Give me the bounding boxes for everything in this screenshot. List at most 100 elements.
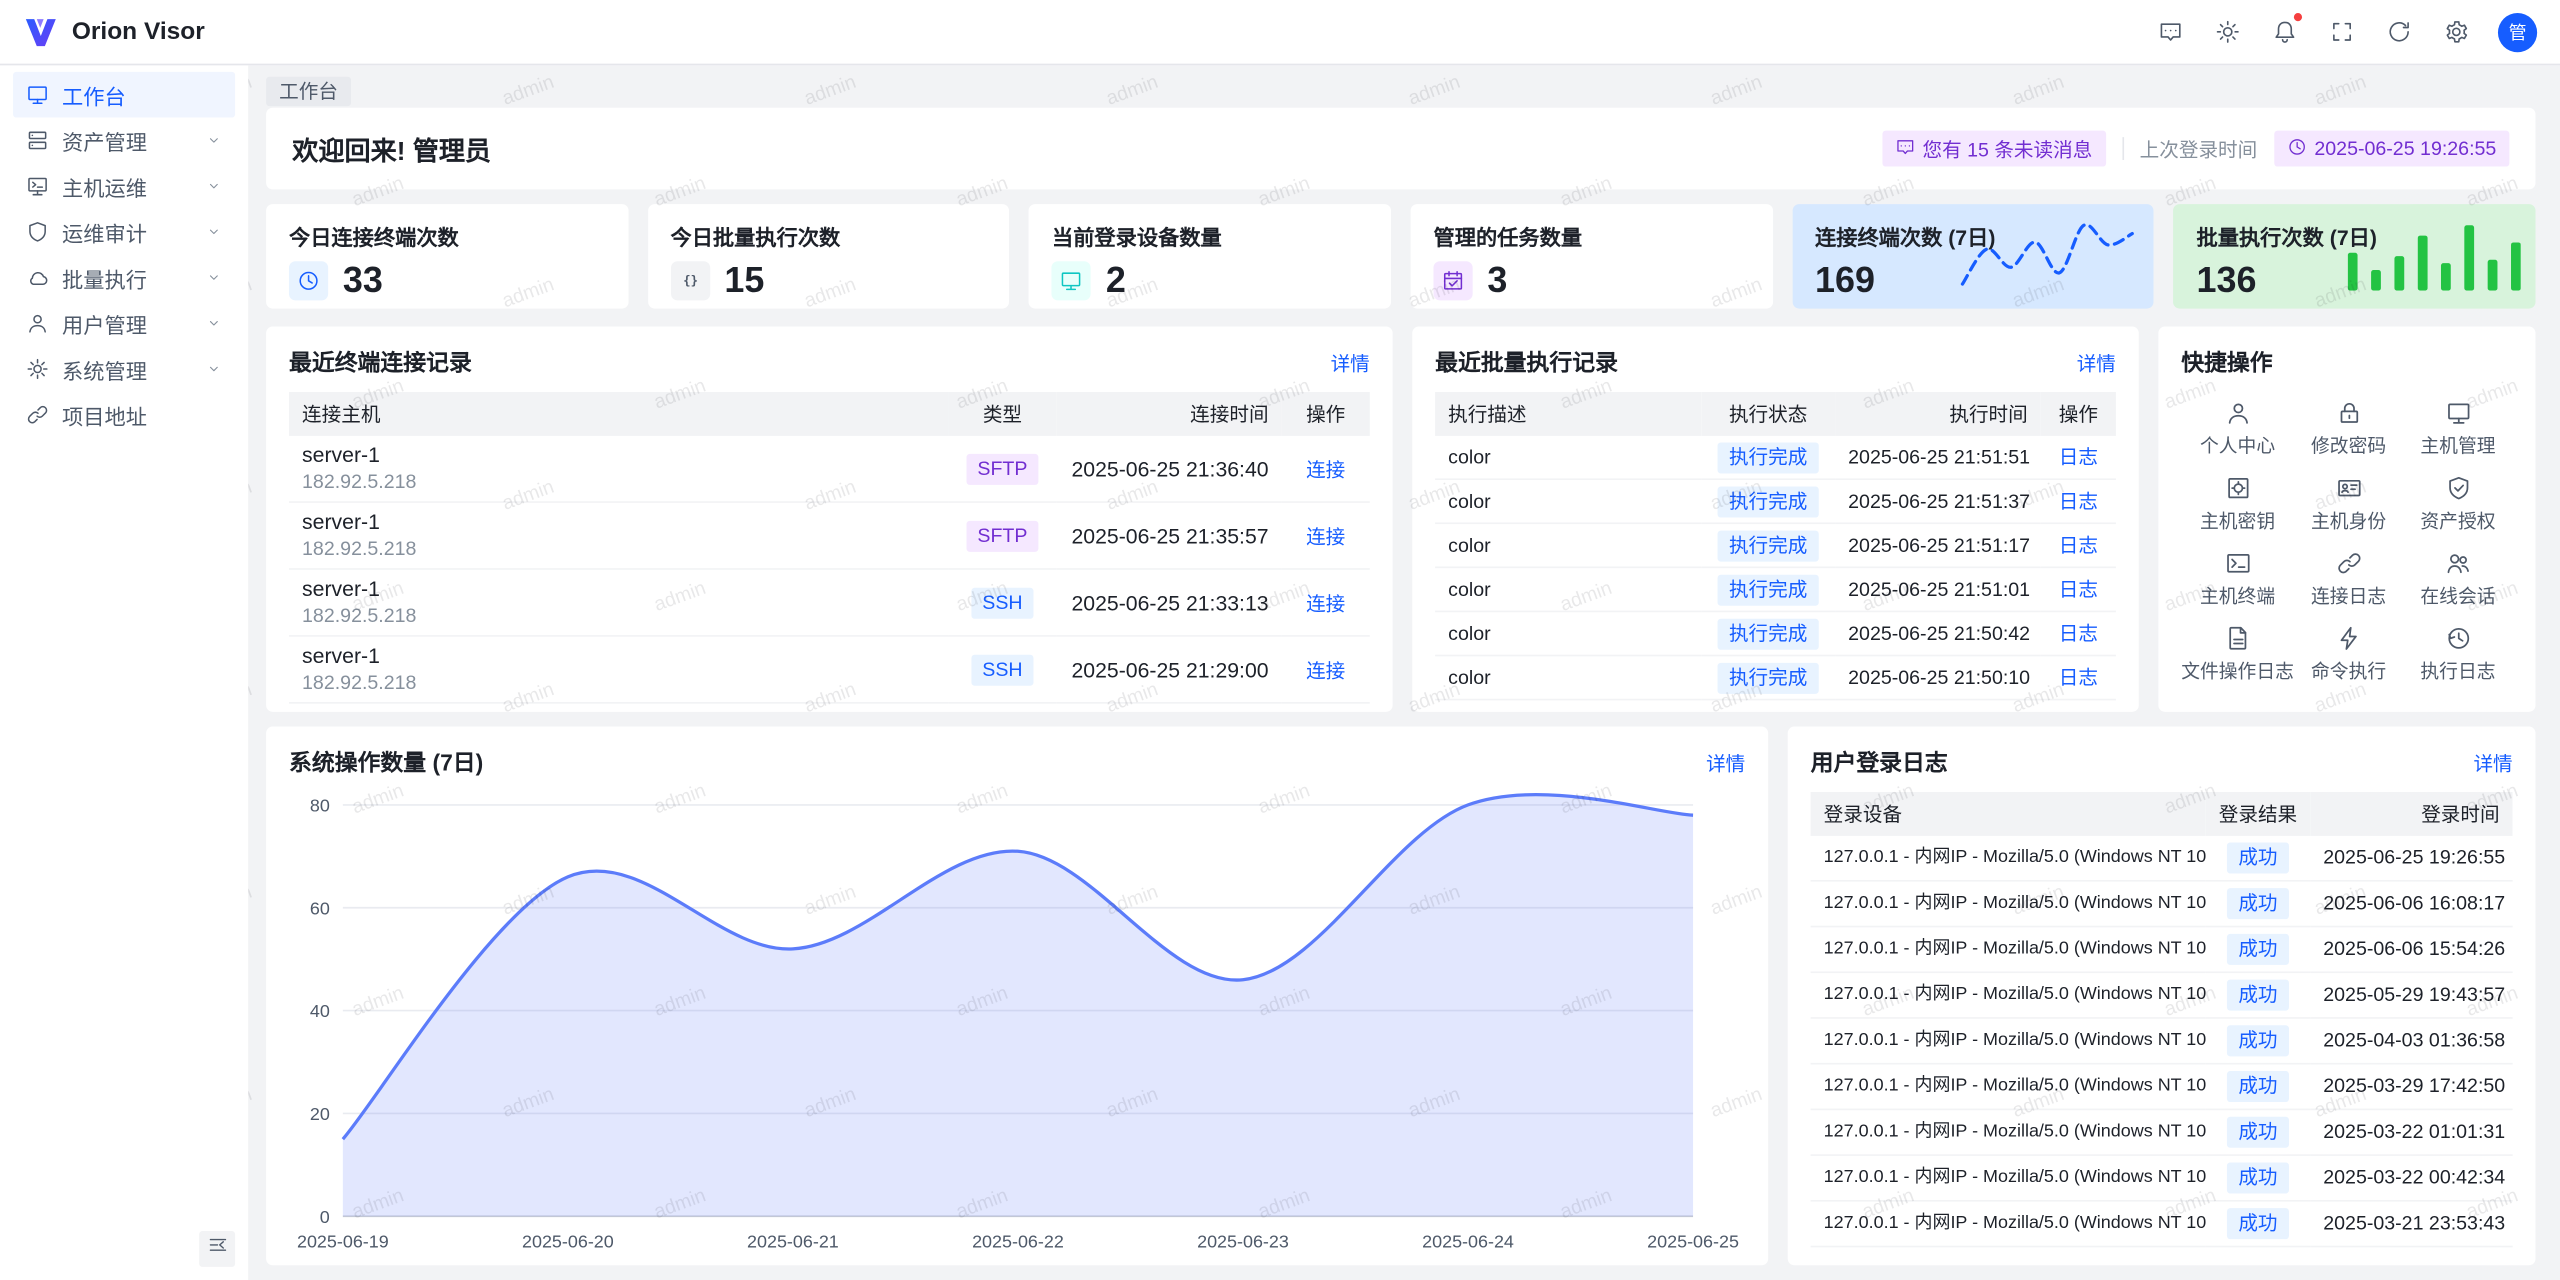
protocol-tag: SSH [971,654,1034,685]
quick-action-6[interactable]: 主机终端 [2181,542,2294,617]
x-tick-label: 2025-06-20 [522,1231,614,1251]
login-device: 127.0.0.1 - 内网IP - Mozilla/5.0 (Windows … [1811,1064,2206,1110]
sidebar: 工作台资产管理主机运维运维审计批量执行用户管理系统管理项目地址 [0,65,248,1280]
chart-detail-link[interactable]: 详情 [1706,749,1745,777]
user-avatar[interactable]: 管 [2498,12,2537,51]
connect-link[interactable]: 连接 [1306,659,1345,682]
quick-action-5[interactable]: 资产授权 [2403,467,2512,542]
clock-icon [289,261,328,300]
host-ops-icon [26,175,49,198]
quick-action-label: 个人中心 [2200,433,2275,459]
col-exec-desc: 执行描述 [1435,392,1701,436]
message-button[interactable] [2149,11,2191,53]
stat-card-3: 管理的任务数量3 [1411,204,1773,308]
sidebar-item-7[interactable]: 项目地址 [13,392,235,438]
login-device: 127.0.0.1 - 内网IP - Mozilla/5.0 (Windows … [1811,1201,2206,1247]
batch-row: color执行完成2025-06-25 21:50:10日志 [1435,656,2116,700]
stat-card-value: 33 [343,261,383,300]
login-time: 2025-06-06 16:08:17 [2310,881,2512,927]
login-result-tag: 成功 [2227,980,2289,1011]
safe-icon [2224,475,2250,501]
settings-button[interactable] [2434,11,2476,53]
fullscreen-button[interactable] [2320,11,2362,53]
unread-messages-text: 您有 15 条未读消息 [1922,135,2092,163]
quick-action-label: 执行日志 [2420,658,2495,684]
login-row: 127.0.0.1 - 内网IP - Mozilla/5.0 (Windows … [1811,1109,2513,1155]
protocol-tag: SSH [971,587,1034,618]
sidebar-collapse-button[interactable] [199,1231,235,1267]
spark-bar [2488,260,2498,291]
sidebar-item-1[interactable]: 资产管理 [13,118,235,164]
log-link[interactable]: 日志 [2059,666,2098,689]
quick-action-10[interactable]: 命令执行 [2294,617,2403,692]
host-name: server-1 [302,576,935,602]
host-ip: 182.92.5.218 [302,537,935,561]
host-name: server-1 [302,643,935,669]
col-action: 操作 [1282,392,1370,436]
quick-action-2[interactable]: 主机管理 [2403,392,2512,467]
sidebar-item-3[interactable]: 运维审计 [13,209,235,255]
quick-action-0[interactable]: 个人中心 [2181,392,2294,467]
login-time: 2025-03-22 00:42:34 [2310,1155,2512,1201]
quick-actions-grid: 个人中心修改密码主机管理主机密钥主机身份资产授权主机终端连接日志在线会话文件操作… [2181,392,2512,692]
sidebar-item-0[interactable]: 工作台 [13,72,235,118]
connect-link[interactable]: 连接 [1306,525,1345,548]
x-tick-label: 2025-06-21 [747,1231,839,1251]
last-login-label: 上次登录时间 [2140,135,2258,163]
host-name: server-1 [302,442,935,468]
spark-bar [2348,253,2358,291]
quick-action-11[interactable]: 执行日志 [2403,617,2512,692]
quick-action-label: 主机身份 [2311,508,2386,534]
user-icon [2224,400,2250,426]
log-link[interactable]: 日志 [2059,446,2098,469]
quick-action-7[interactable]: 连接日志 [2294,542,2403,617]
login-panel-title: 用户登录日志 [1811,746,1948,779]
tasks-icon [1433,261,1472,300]
login-time: 2025-04-03 01:36:58 [2310,1018,2512,1064]
protocol-tag: SFTP [966,520,1039,551]
theme-button[interactable] [2206,11,2248,53]
terminal-detail-link[interactable]: 详情 [1331,349,1370,377]
link-icon [26,403,49,426]
connect-link[interactable]: 连接 [1306,458,1345,481]
refresh-button[interactable] [2377,11,2419,53]
sidebar-item-4[interactable]: 批量执行 [13,255,235,301]
chevron-down-icon [206,269,222,285]
connect-link[interactable]: 连接 [1306,592,1345,615]
stat-card-2: 当前登录设备数量2 [1029,204,1391,308]
quick-action-4[interactable]: 主机身份 [2294,467,2403,542]
quick-action-8[interactable]: 在线会话 [2403,542,2512,617]
host-ip: 182.92.5.218 [302,470,935,494]
shield-check-icon [2445,475,2471,501]
connect-time: 2025-06-25 21:36:40 [1056,436,1281,502]
stat-card-label: 今日批量执行次数 [670,220,986,251]
idcard-icon [2336,475,2362,501]
stat-card-value: 2 [1106,261,1126,300]
batch-row: color执行完成2025-06-25 21:51:17日志 [1435,523,2116,567]
notifications-button[interactable] [2263,11,2305,53]
svg-text:{}: {} [683,274,698,288]
log-link[interactable]: 日志 [2059,622,2098,645]
exec-desc: color [1435,567,1701,611]
log-link[interactable]: 日志 [2059,490,2098,513]
login-detail-link[interactable]: 详情 [2473,749,2512,777]
quick-action-9[interactable]: 文件操作日志 [2181,617,2294,692]
sidebar-item-6[interactable]: 系统管理 [13,346,235,392]
exec-status-tag: 执行完成 [1718,663,1819,694]
sidebar-menu: 工作台资产管理主机运维运维审计批量执行用户管理系统管理项目地址 [0,65,248,444]
breadcrumb-item-workbench[interactable]: 工作台 [266,77,351,106]
chart-panel-title: 系统操作数量 (7日) [289,746,483,779]
log-link[interactable]: 日志 [2059,578,2098,601]
log-link[interactable]: 日志 [2059,534,2098,557]
col-action: 操作 [2041,392,2116,436]
batch-detail-link[interactable]: 详情 [2077,349,2116,377]
unread-messages-chip[interactable]: 您有 15 条未读消息 [1882,131,2106,167]
exec-desc: color [1435,611,1701,655]
login-row: 127.0.0.1 - 内网IP - Mozilla/5.0 (Windows … [1811,1155,2513,1201]
quick-action-1[interactable]: 修改密码 [2294,392,2403,467]
sidebar-item-5[interactable]: 用户管理 [13,300,235,346]
sidebar-item-2[interactable]: 主机运维 [13,163,235,209]
col-login-device: 登录设备 [1811,792,2206,836]
system-icon [26,358,49,381]
quick-action-3[interactable]: 主机密钥 [2181,467,2294,542]
